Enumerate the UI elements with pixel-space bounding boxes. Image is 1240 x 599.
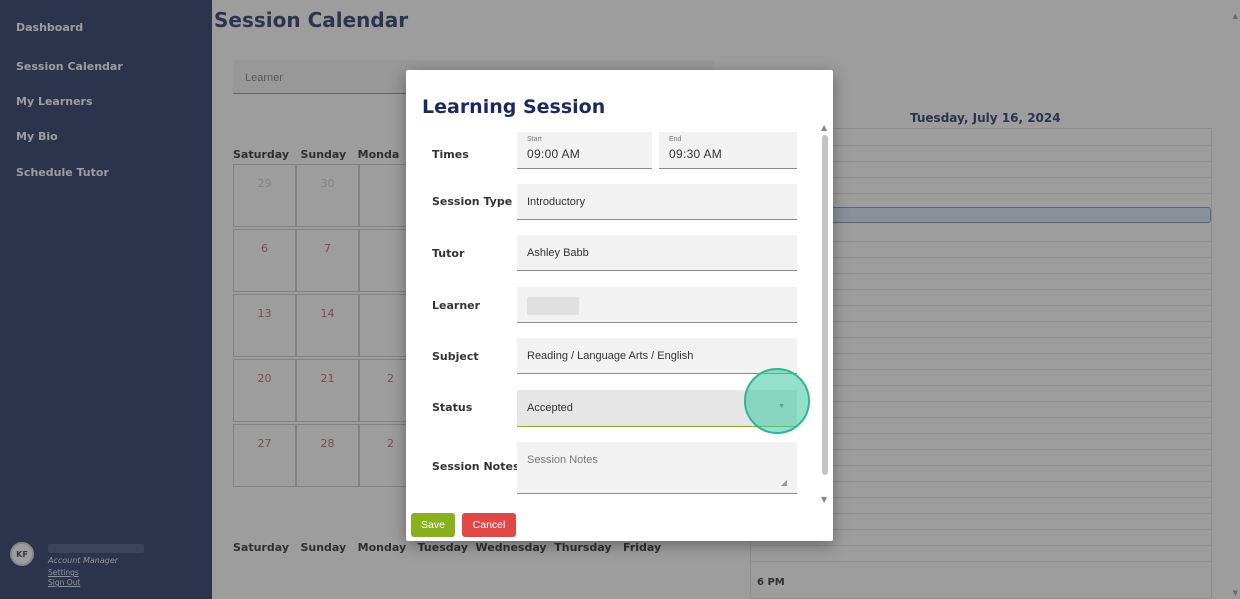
subject-label: Subject [432,350,479,363]
session-notes-placeholder: Session Notes [527,454,598,466]
end-time-value: 09:30 AM [669,147,723,161]
learner-field[interactable] [517,287,797,323]
start-time-field[interactable]: Start 09:00 AM [517,132,652,169]
modal-scroll-up-icon[interactable]: ▲ [821,123,827,132]
tutor-label: Tutor [432,247,465,260]
click-indicator [744,368,810,434]
end-time-field[interactable]: End 09:30 AM [659,132,797,169]
tutor-field[interactable]: Ashley Babb [517,235,797,271]
cancel-button[interactable]: Cancel [462,513,516,537]
subject-value: Reading / Language Arts / English [527,350,694,362]
status-value: Accepted [527,402,573,414]
modal-title: Learning Session [422,96,606,118]
session-type-field[interactable]: Introductory [517,184,797,220]
modal-scroll-thumb[interactable] [822,135,828,475]
save-button[interactable]: Save [411,513,455,537]
session-notes-textarea[interactable]: Session Notes ◢ [517,442,797,494]
status-label: Status [432,401,473,414]
start-time-caption: Start [527,136,542,143]
resize-grip-icon[interactable]: ◢ [781,478,787,487]
session-type-value: Introductory [527,196,586,208]
session-notes-label: Session Notes [432,460,520,473]
end-time-caption: End [669,136,682,143]
modal-scroll-down-icon[interactable]: ▼ [821,495,827,504]
modal-scrollbar[interactable]: ▲ ▼ [820,123,830,512]
learner-value-redacted [527,297,579,315]
learning-session-modal: Learning Session ▲ ▼ Times Start 09:00 A… [406,70,833,541]
session-type-label: Session Type [432,195,513,208]
subject-field[interactable]: Reading / Language Arts / English [517,338,797,374]
tutor-value: Ashley Babb [527,247,589,259]
learner-label: Learner [432,299,481,312]
start-time-value: 09:00 AM [527,147,581,161]
times-label: Times [432,148,469,161]
